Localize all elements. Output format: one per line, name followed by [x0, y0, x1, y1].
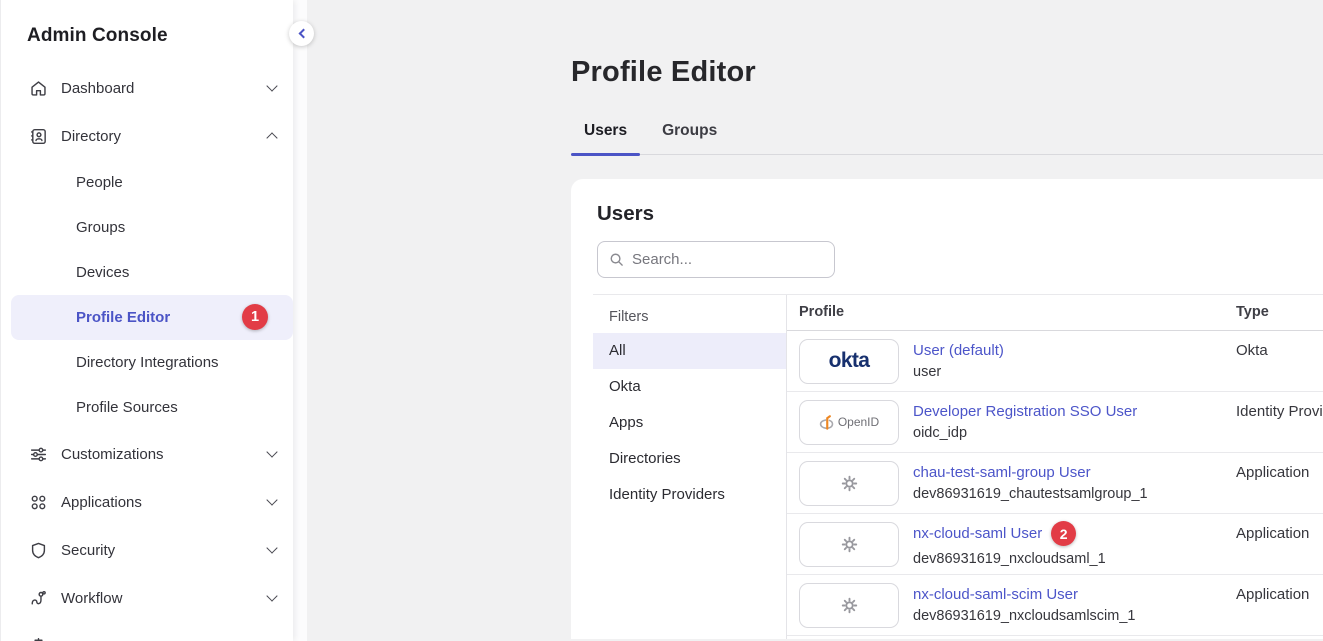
- profile-type: Application: [1236, 514, 1323, 574]
- sidebar-item-label: Groups: [76, 219, 276, 236]
- table-row: chau-test-saml-group User dev86931619_ch…: [787, 453, 1323, 514]
- filter-all[interactable]: All: [593, 333, 786, 369]
- sidebar-item-workflow[interactable]: Workflow: [1, 574, 293, 622]
- chevron-down-icon: [266, 494, 277, 505]
- profile-link[interactable]: nx-cloud-saml-scim User: [913, 586, 1135, 603]
- profile-type: Identity Provider: [1236, 392, 1323, 452]
- tab-bar: Users Groups: [571, 122, 1323, 155]
- annotation-badge-1: 1: [242, 304, 268, 330]
- partial-icon: [29, 637, 48, 641]
- gear-icon: [840, 474, 859, 493]
- profile-link[interactable]: Developer Registration SSO User: [913, 403, 1137, 420]
- chevron-down-icon: [266, 80, 277, 91]
- table-header: Profile Type: [787, 295, 1323, 331]
- sidebar-gutter: [293, 0, 307, 641]
- filter-okta[interactable]: Okta: [593, 369, 786, 405]
- sidebar-item-partial[interactable]: [1, 622, 293, 641]
- sidebar-item-directory-integrations[interactable]: Directory Integrations: [1, 340, 293, 385]
- sidebar-item-profile-editor[interactable]: Profile Editor 1: [11, 295, 293, 340]
- table-row: OpenID Developer Registration SSO User o…: [787, 392, 1323, 453]
- app-logo: [799, 583, 899, 628]
- app-title: Admin Console: [1, 0, 293, 47]
- openid-logo: OpenID: [799, 400, 899, 445]
- home-icon: [29, 79, 48, 98]
- sidebar-item-label: Directory: [61, 128, 268, 145]
- openid-mark-icon: [819, 414, 834, 431]
- sidebar-nav: Dashboard Directory People Groups Device…: [1, 64, 293, 641]
- profile-subtitle: dev86931619_nxcloudsamlscim_1: [913, 608, 1135, 624]
- sidebar: Admin Console Dashboard Directory People…: [0, 0, 293, 641]
- sliders-icon: [29, 445, 48, 464]
- sidebar-item-label: Workflow: [61, 590, 268, 607]
- collapse-sidebar-button[interactable]: [289, 21, 314, 46]
- column-header-type: Type: [1236, 304, 1323, 320]
- app-logo: [799, 522, 899, 567]
- sidebar-item-dashboard[interactable]: Dashboard: [1, 64, 293, 112]
- sidebar-item-directory[interactable]: Directory: [1, 112, 293, 160]
- filter-apps[interactable]: Apps: [593, 405, 786, 441]
- chevron-left-icon: [298, 29, 308, 39]
- sidebar-item-label: Customizations: [61, 446, 268, 463]
- directory-icon: [29, 127, 48, 146]
- profile-type: Application: [1236, 453, 1323, 513]
- profile-link[interactable]: nx-cloud-saml User: [913, 525, 1042, 542]
- sidebar-item-security[interactable]: Security: [1, 526, 293, 574]
- search-input[interactable]: [632, 251, 823, 268]
- profile-subtitle: dev86931619_chautestsamlgroup_1: [913, 486, 1148, 502]
- sidebar-item-label: Security: [61, 542, 268, 559]
- profiles-table: Profile Type okta User (default) user: [787, 295, 1323, 639]
- app-logo: [799, 461, 899, 506]
- sidebar-item-people[interactable]: People: [1, 160, 293, 205]
- column-header-profile: Profile: [799, 304, 1236, 320]
- chevron-down-icon: [266, 542, 277, 553]
- sidebar-item-groups[interactable]: Groups: [1, 205, 293, 250]
- main-area: Profile Editor Users Groups Users Filter…: [307, 0, 1323, 641]
- users-panel: Users Filters All Okta Apps Directories …: [571, 179, 1323, 639]
- profile-subtitle: user: [913, 364, 1004, 380]
- sidebar-item-label: Devices: [76, 264, 276, 281]
- panel-title: Users: [597, 202, 1323, 226]
- shield-icon: [29, 541, 48, 560]
- sidebar-item-devices[interactable]: Devices: [1, 250, 293, 295]
- search-icon: [609, 252, 624, 267]
- filter-directories[interactable]: Directories: [593, 441, 786, 477]
- gear-icon: [840, 596, 859, 615]
- sidebar-item-label: Directory Integrations: [76, 354, 276, 371]
- profile-type: Okta: [1236, 331, 1323, 391]
- table-row: nx-cloud-saml-scim User dev86931619_nxcl…: [787, 575, 1323, 636]
- filter-identity-providers[interactable]: Identity Providers: [593, 477, 786, 513]
- profile-subtitle: oidc_idp: [913, 425, 1137, 441]
- annotation-badge-2: 2: [1051, 521, 1076, 546]
- sidebar-item-applications[interactable]: Applications: [1, 478, 293, 526]
- profile-type: Application: [1236, 575, 1323, 635]
- sidebar-item-label: Applications: [61, 494, 268, 511]
- filters-panel: Filters All Okta Apps Directories Identi…: [593, 295, 787, 639]
- profile-link[interactable]: chau-test-saml-group User: [913, 464, 1148, 481]
- sidebar-item-label: Profile Sources: [76, 399, 276, 416]
- okta-logo: okta: [799, 339, 899, 384]
- chevron-down-icon: [266, 590, 277, 601]
- workflow-icon: [29, 589, 48, 608]
- apps-grid-icon: [29, 493, 48, 512]
- table-row: okta User (default) user Okta: [787, 331, 1323, 392]
- profile-link[interactable]: User (default): [913, 342, 1004, 359]
- sidebar-item-label: Dashboard: [61, 80, 268, 97]
- sidebar-item-profile-sources[interactable]: Profile Sources: [1, 385, 293, 430]
- sidebar-item-label: People: [76, 174, 276, 191]
- tab-users[interactable]: Users: [571, 122, 640, 154]
- profile-subtitle: dev86931619_nxcloudsaml_1: [913, 551, 1106, 567]
- table-row: nx-cloud-saml User 2 dev86931619_nxcloud…: [787, 514, 1323, 575]
- chevron-down-icon: [266, 446, 277, 457]
- filters-label: Filters: [593, 300, 786, 333]
- gear-icon: [840, 535, 859, 554]
- search-box: [597, 241, 835, 278]
- page-title: Profile Editor: [571, 56, 1323, 89]
- chevron-up-icon: [266, 132, 277, 143]
- sidebar-item-customizations[interactable]: Customizations: [1, 430, 293, 478]
- tab-groups[interactable]: Groups: [649, 122, 730, 154]
